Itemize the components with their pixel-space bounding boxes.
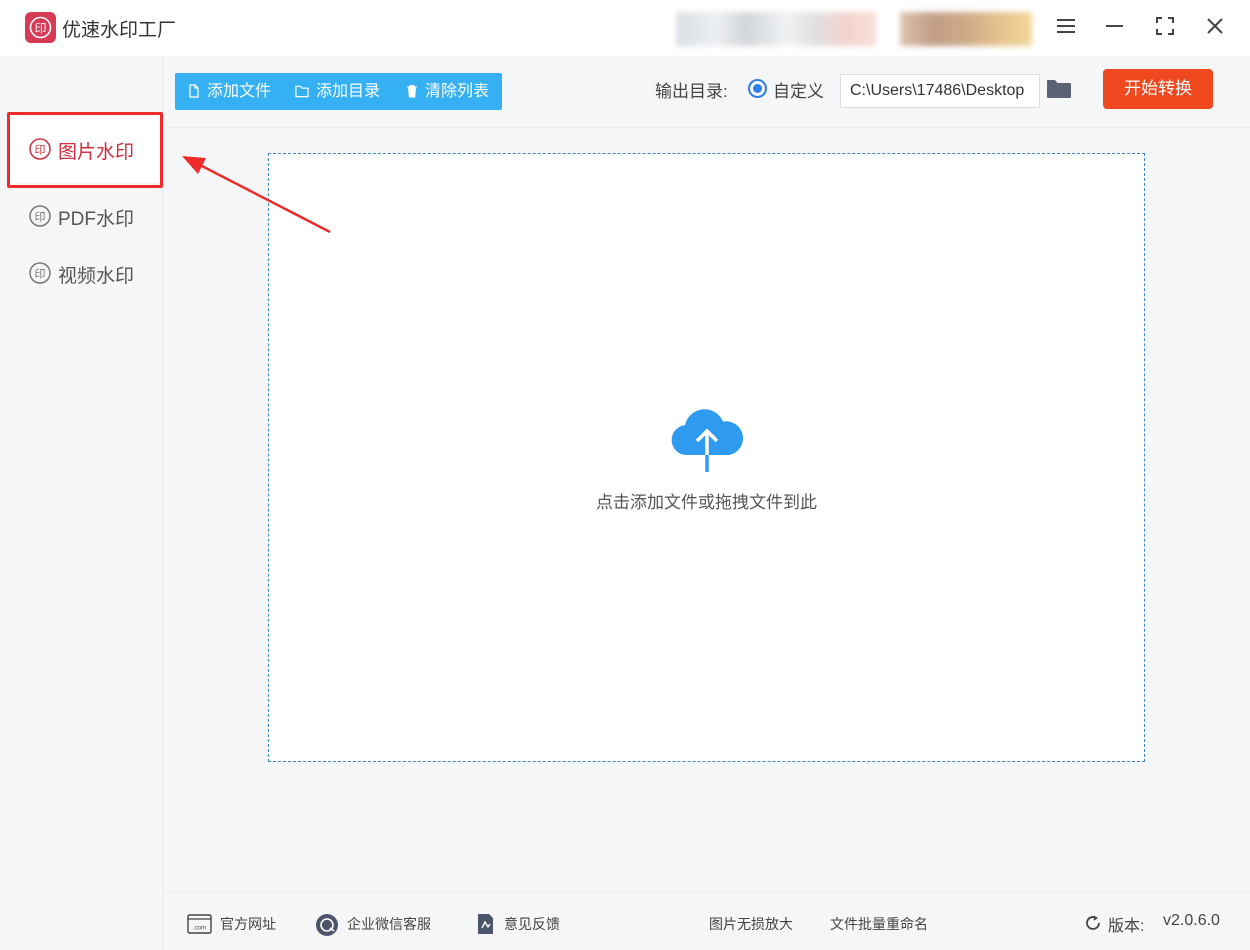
wechat-icon <box>316 914 338 936</box>
feedback-label: 意见反馈 <box>504 916 560 932</box>
official-website-label: 官方网址 <box>220 916 276 932</box>
batch-rename-link[interactable]: 文件批量重命名 <box>830 914 928 934</box>
refresh-icon[interactable] <box>1083 913 1103 933</box>
svg-text:.com: .com <box>193 926 206 932</box>
wechat-support-label: 企业微信客服 <box>347 916 431 932</box>
lossless-enlarge-link[interactable]: 图片无损放大 <box>709 914 793 934</box>
footer: .com 官方网址 企业微信客服 意见反馈 图片无损放大 文件批量重命名 版本:… <box>163 892 1250 950</box>
version-label: 版本: <box>1108 918 1145 935</box>
version-number: v2.0.6.0 <box>1163 912 1220 929</box>
website-icon: .com <box>187 914 212 934</box>
feedback-icon <box>478 914 493 934</box>
annotation-arrow <box>182 156 331 234</box>
